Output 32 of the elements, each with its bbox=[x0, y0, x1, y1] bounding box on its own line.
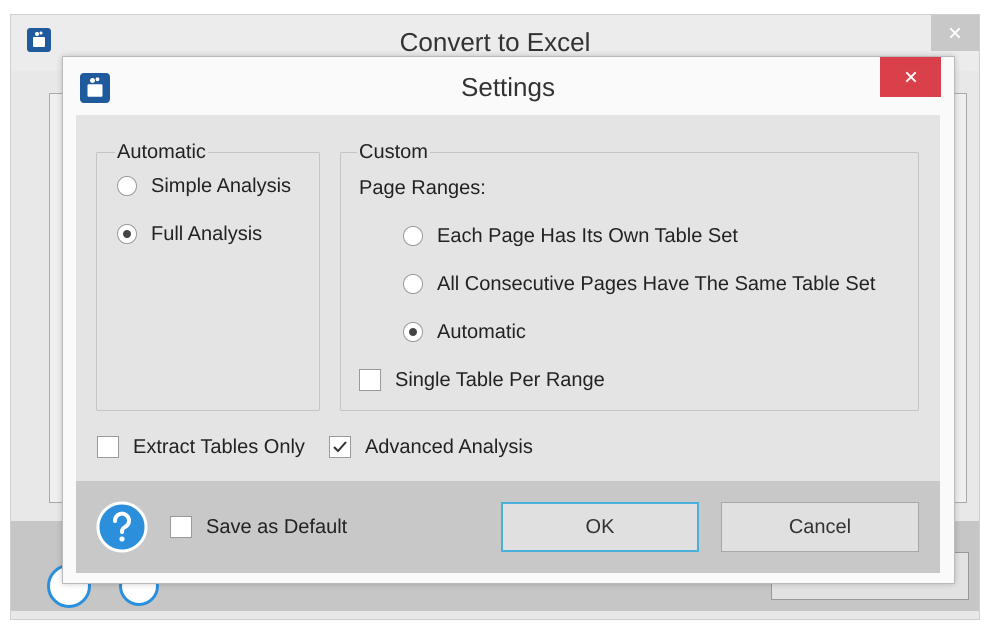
radio-label: Simple Analysis bbox=[151, 174, 292, 198]
checkbox[interactable] bbox=[328, 436, 351, 458]
radio-button[interactable] bbox=[117, 176, 137, 196]
checkbox-label: Save as Default bbox=[206, 516, 348, 538]
close-icon bbox=[948, 26, 962, 40]
radio-label: Each Page Has Its Own Table Set bbox=[437, 224, 738, 248]
group-label: Automatic bbox=[116, 141, 207, 164]
close-button[interactable] bbox=[880, 57, 941, 97]
close-icon bbox=[904, 70, 918, 84]
checkbox-label: Advanced Analysis bbox=[364, 436, 533, 458]
ok-button[interactable]: OK bbox=[501, 502, 699, 552]
app-icon bbox=[27, 28, 51, 52]
radio-label: Full Analysis bbox=[151, 222, 262, 246]
radio-label: All Consecutive Pages Have The Same Table Set bbox=[437, 272, 876, 296]
checkbox[interactable] bbox=[97, 436, 119, 458]
radio-button[interactable] bbox=[403, 322, 423, 342]
cancel-button[interactable]: Cancel bbox=[721, 502, 919, 552]
checkbox[interactable] bbox=[170, 516, 192, 538]
app-icon bbox=[80, 73, 110, 103]
help-icon[interactable] bbox=[96, 501, 148, 553]
close-button[interactable] bbox=[931, 15, 979, 51]
radio-label: Automatic bbox=[437, 320, 526, 344]
radio-button[interactable] bbox=[117, 224, 137, 244]
window-title: Convert to Excel bbox=[398, 27, 592, 58]
radio-button[interactable] bbox=[403, 226, 423, 246]
checkbox-label: Extract Tables Only bbox=[133, 436, 305, 458]
checkbox-label: Single Table Per Range bbox=[395, 368, 605, 392]
group-label: Custom bbox=[358, 141, 429, 164]
section-label: Page Ranges: bbox=[359, 176, 486, 200]
radio-button[interactable] bbox=[403, 274, 423, 294]
dialog-title: Settings bbox=[460, 72, 556, 103]
checkbox[interactable] bbox=[359, 369, 381, 391]
